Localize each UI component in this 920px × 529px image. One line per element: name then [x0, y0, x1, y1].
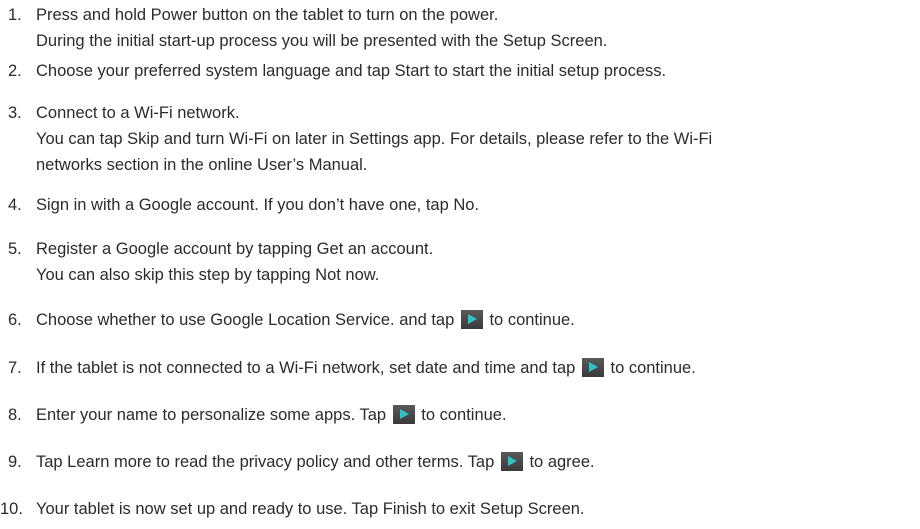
- step-text: If the tablet is not connected to a Wi-F…: [36, 355, 920, 381]
- step-text: Choose whether to use Google Location Se…: [36, 307, 920, 333]
- step-text: Press and hold Power button on the table…: [36, 6, 499, 24]
- step-text: Choose your preferred system language an…: [36, 62, 667, 80]
- step-number: 6.: [8, 311, 22, 329]
- step-number: 1.: [8, 6, 22, 24]
- step-text: You can tap Skip and turn Wi-Fi on later…: [36, 130, 713, 148]
- step-number: 4.: [8, 196, 22, 214]
- step-number: 10.: [0, 500, 23, 518]
- play-icon: [500, 452, 523, 471]
- step-text-after: to continue.: [489, 311, 575, 329]
- step-text: You can also skip this step by tapping N…: [36, 266, 380, 284]
- step-number: 3.: [8, 104, 22, 122]
- step-text: Connect to a Wi-Fi network.: [36, 104, 240, 122]
- step-text-after: to continue.: [610, 359, 696, 377]
- step-number: 5.: [8, 240, 22, 258]
- step-text: Tap Learn more to read the privacy polic…: [36, 449, 920, 475]
- step-text: networks section in the online User’s Ma…: [36, 156, 368, 174]
- step-text-before: Tap Learn more to read the privacy polic…: [36, 453, 495, 471]
- step-text: Your tablet is now set up and ready to u…: [36, 500, 585, 518]
- step-number: 2.: [8, 62, 22, 80]
- step-number: 9.: [8, 453, 22, 471]
- play-icon: [460, 310, 483, 329]
- play-icon: [392, 405, 415, 424]
- step-text: Enter your name to personalize some apps…: [36, 402, 920, 428]
- step-number: 7.: [8, 359, 22, 377]
- step-text-before: If the tablet is not connected to a Wi-F…: [36, 359, 576, 377]
- step-number: 8.: [8, 406, 22, 424]
- step-text-before: Choose whether to use Google Location Se…: [36, 311, 455, 329]
- step-text: During the initial start-up process you …: [36, 32, 608, 50]
- step-text-after: to continue.: [421, 406, 507, 424]
- step-text-after: to agree.: [529, 453, 595, 471]
- step-text: Sign in with a Google account. If you do…: [36, 196, 480, 214]
- play-icon: [581, 358, 604, 377]
- step-text: Register a Google account by tapping Get…: [36, 240, 434, 258]
- step-text-before: Enter your name to personalize some apps…: [36, 406, 387, 424]
